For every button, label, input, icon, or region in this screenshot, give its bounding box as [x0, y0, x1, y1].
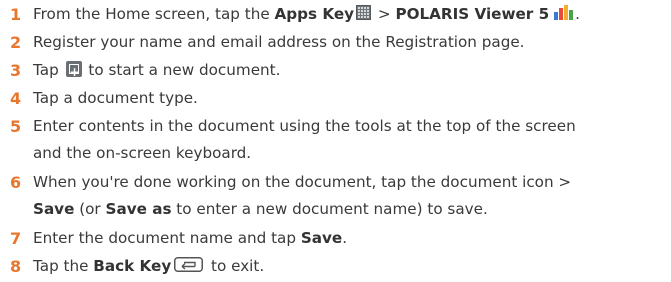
step-number: 3 — [10, 61, 22, 80]
apps-key-label: Apps Key — [274, 5, 355, 23]
step-number: 1 — [10, 5, 22, 24]
save-label: Save — [33, 200, 75, 218]
polaris-viewer-icon — [554, 4, 574, 20]
new-document-plus-icon — [65, 59, 82, 86]
step-number: 8 — [10, 257, 22, 276]
instruction-steps: 1 From the Home screen, tap the Apps Key… — [0, 0, 671, 282]
step-number: 5 — [10, 117, 22, 136]
step-number: 7 — [10, 229, 22, 248]
save-as-label: Save as — [105, 200, 172, 218]
step-text: From the Home screen, tap the Apps Key >… — [33, 1, 667, 28]
save-label: Save — [300, 229, 343, 247]
polaris-viewer-label: POLARIS Viewer 5 — [395, 5, 550, 23]
step-text: Tap a document type. — [33, 89, 198, 107]
step-text: Register your name and email address on … — [33, 33, 525, 51]
step-number: 4 — [10, 89, 22, 108]
apps-grid-icon — [356, 5, 372, 20]
step-text: When you're done working on the document… — [33, 173, 572, 218]
step-text: Enter the document name and tap Save. — [33, 229, 348, 247]
step-number: 6 — [10, 173, 22, 192]
step-text: Enter contents in the document using the… — [33, 117, 576, 162]
back-key-label: Back Key — [93, 257, 172, 275]
back-key-icon — [174, 257, 204, 272]
step-text: Tap the Back Key to exit. — [33, 257, 265, 275]
step-number: 2 — [10, 33, 22, 52]
step-text: Tap to start a new document. — [33, 57, 667, 86]
